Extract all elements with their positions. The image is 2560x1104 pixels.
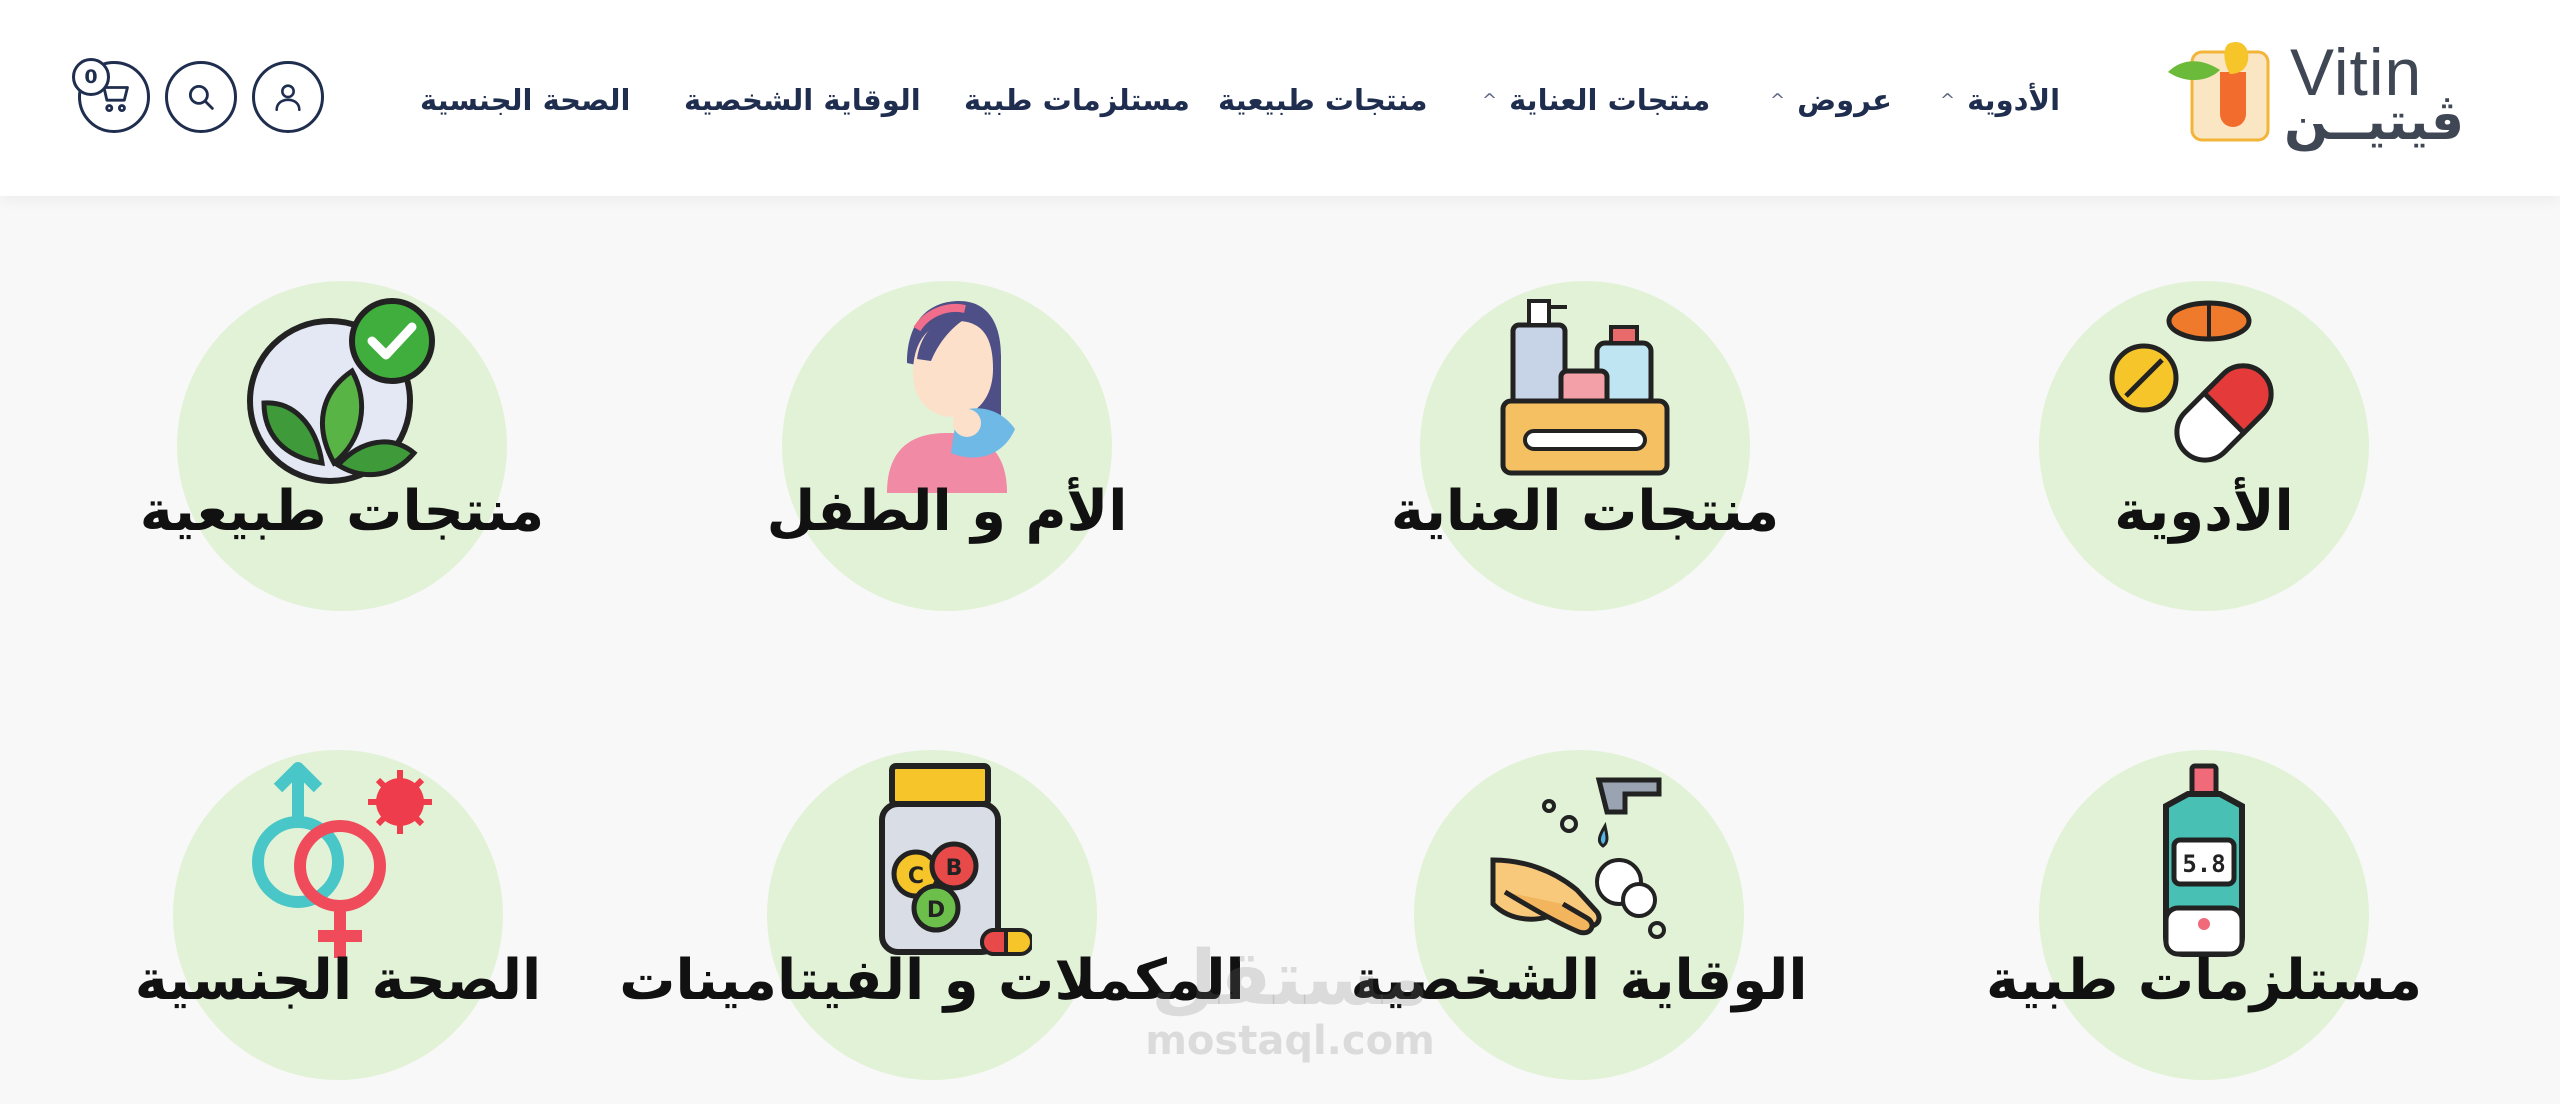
category-natural-products[interactable]: منتجات طبيعية <box>140 281 544 611</box>
capsule-pills-icon <box>2109 300 2274 463</box>
svg-text:C: C <box>908 864 924 889</box>
user-icon <box>275 84 301 112</box>
category-label: الأدوية <box>2114 479 2294 544</box>
nav-label: مستلزمات طبية <box>964 83 1190 117</box>
category-medical-supplies[interactable]: 5.8 مستلزمات طبية <box>1986 750 2422 1080</box>
chevron-up-icon: ^ <box>1770 89 1786 111</box>
nav-label: الأدوية <box>1967 83 2061 117</box>
category-label: الصحة الجنسية <box>134 948 542 1013</box>
account-button[interactable] <box>252 61 324 133</box>
category-label: منتجات طبيعية <box>139 479 545 544</box>
nav-item-medicines[interactable]: ^ الأدوية <box>1940 80 2060 120</box>
category-personal-protection[interactable]: الوقاية الشخصية <box>1350 750 1808 1080</box>
care-products-box-icon <box>1500 299 1670 476</box>
nav-item-medical-supplies[interactable]: مستلزمات طبية <box>964 80 1190 120</box>
category-mother-child[interactable]: الأم و الطفل <box>767 281 1127 611</box>
nav-label: الوقاية الشخصية <box>684 83 921 117</box>
nav-label: عروض <box>1797 83 1892 117</box>
svg-text:B: B <box>946 856 963 881</box>
glucose-meter-icon: 5.8 <box>2163 763 2245 957</box>
chevron-up-icon: ^ <box>1940 89 1956 111</box>
site-header: 0 ^ الأدوية ^ عروض ^ منتجات العناية منتج… <box>0 0 2560 196</box>
nav-label: الصحة الجنسية <box>420 83 631 117</box>
nav-label: منتجات العناية <box>1509 83 1711 117</box>
svg-text:D: D <box>927 898 945 923</box>
nav-label: منتجات طبيعية <box>1218 83 1428 117</box>
cart-count-badge: 0 <box>72 58 110 96</box>
search-button[interactable] <box>165 61 237 133</box>
nav-item-offers[interactable]: ^ عروض <box>1770 80 1892 120</box>
nav-item-sexual-health[interactable]: الصحة الجنسية <box>420 80 631 120</box>
nav-item-personal-protection[interactable]: الوقاية الشخصية <box>684 80 921 120</box>
svg-text:5.8: 5.8 <box>2182 850 2225 878</box>
mother-child-icon <box>887 301 1015 493</box>
category-sexual-health[interactable]: الصحة الجنسية <box>135 750 541 1080</box>
nav-item-natural-products[interactable]: منتجات طبيعية <box>1218 80 1427 120</box>
category-medicines[interactable]: الأدوية <box>2039 281 2369 611</box>
category-care-products[interactable]: منتجات العناية <box>1391 281 1779 611</box>
search-icon <box>188 84 214 110</box>
natural-leaves-check-icon <box>247 298 435 484</box>
category-label: منتجات العناية <box>1390 479 1780 544</box>
category-label: مستلزمات طبية <box>1985 948 2423 1013</box>
category-label: الوقاية الشخصية <box>1350 948 1808 1013</box>
hand-washing-icon <box>1490 777 1666 939</box>
nav-item-care-products[interactable]: ^ منتجات العناية <box>1482 80 1710 120</box>
watermark-latin: mostaql.com <box>1145 1018 1435 1064</box>
category-supplements-vitamins[interactable]: C B D المكملات و الفيتامينات <box>619 750 1245 1080</box>
chevron-up-icon: ^ <box>1482 89 1498 111</box>
vitamins-jar-icon: C B D <box>879 763 1032 956</box>
category-label: المكملات و الفيتامينات <box>619 948 1245 1013</box>
category-label: الأم و الطفل <box>766 479 1128 544</box>
gender-symbols-icon <box>252 762 432 958</box>
logo-text-arabic: ڤيتيــن <box>2284 92 2465 152</box>
